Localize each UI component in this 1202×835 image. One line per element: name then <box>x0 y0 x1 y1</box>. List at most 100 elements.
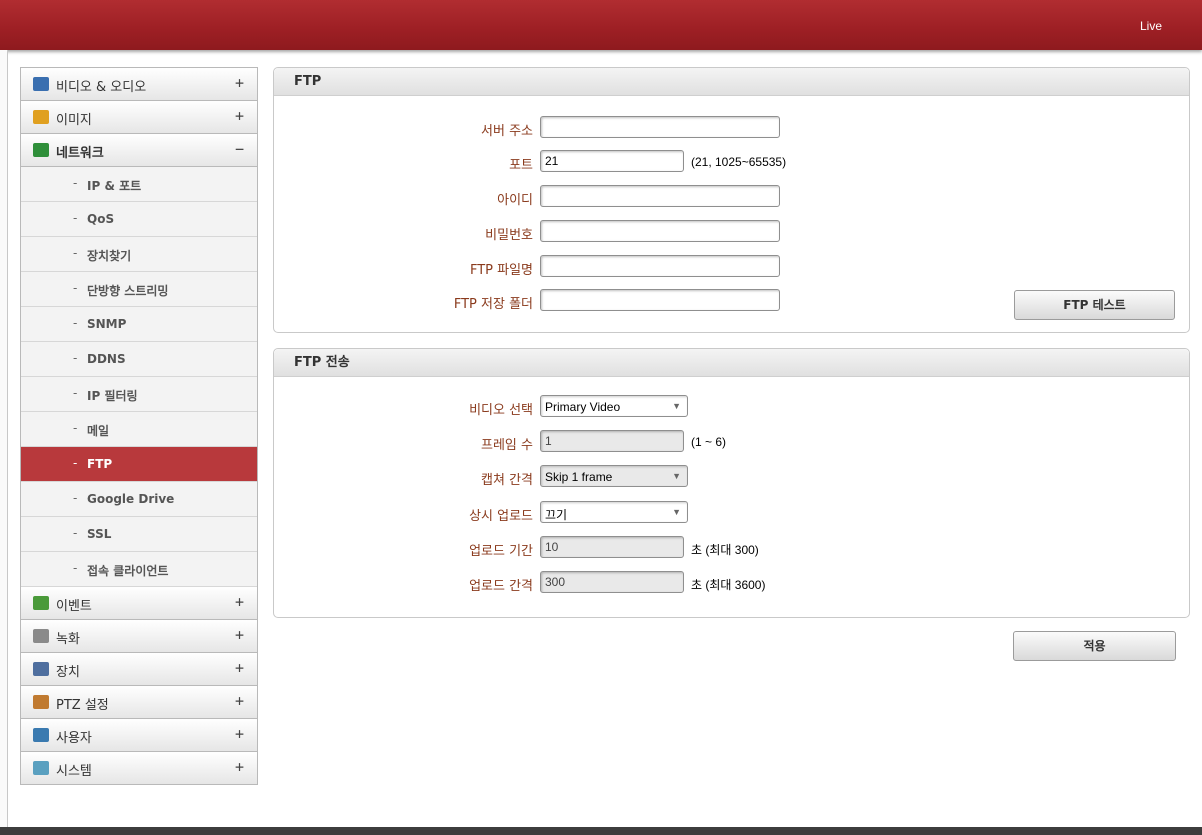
capture-interval-label: 캡쳐 간격 <box>481 473 533 488</box>
id-input[interactable] <box>540 185 780 207</box>
ftp-filename-input[interactable] <box>540 255 780 277</box>
apply-button[interactable]: 적용 <box>1013 631 1176 661</box>
port-input[interactable] <box>540 150 684 172</box>
filename-row: FTP 파일명 <box>274 255 533 281</box>
sidebar-subitem[interactable]: - IP & 포트 <box>21 167 257 202</box>
dropdown-arrow-icon: ▼ <box>672 507 681 517</box>
expand-icon[interactable]: + <box>235 593 244 611</box>
server-address-input[interactable] <box>540 116 780 138</box>
always-upload-value: 끄기 <box>545 508 568 522</box>
sidebar-subitem[interactable]: - SSL <box>21 517 257 552</box>
upload-interval-label: 업로드 간격 <box>469 579 533 594</box>
ftp-transfer-panel: FTP 전송 비디오 선택 Primary Video ▼ 프레임 수 (1 ~… <box>273 348 1190 618</box>
video-select-dropdown[interactable]: Primary Video ▼ <box>540 395 688 417</box>
upload-duration-label: 업로드 기간 <box>469 544 533 559</box>
sidebar-subitem-label: SSL <box>87 527 112 541</box>
sidebar-subitem-label: IP & 포트 <box>87 179 142 193</box>
sidebar-subitem[interactable]: - Google Drive <box>21 482 257 517</box>
bullet-icon: - <box>73 526 78 540</box>
sidebar-subitem[interactable]: - 단방향 스트리밍 <box>21 272 257 307</box>
sidebar-menu-network[interactable]: 네트워크 − <box>21 134 257 167</box>
sidebar-subitem-label: IP 필터링 <box>87 389 138 403</box>
upload-duration-input[interactable] <box>540 536 684 558</box>
expand-icon[interactable]: + <box>235 659 244 677</box>
image-icon <box>33 110 49 124</box>
password-label: 비밀번호 <box>485 228 533 243</box>
sidebar-subitem-label: 메일 <box>87 424 110 438</box>
frames-input[interactable] <box>540 430 684 452</box>
video-select-value: Primary Video <box>545 400 621 414</box>
sidebar-menu-label: PTZ 설정 <box>56 698 109 713</box>
ptz-icon <box>33 695 49 709</box>
expand-icon[interactable]: + <box>235 74 244 92</box>
bullet-icon: - <box>73 176 78 190</box>
left-edge-border <box>0 50 8 835</box>
bullet-icon: - <box>73 281 78 295</box>
server-row: 서버 주소 <box>274 116 533 142</box>
server-label: 서버 주소 <box>481 124 533 139</box>
bottom-bar <box>0 827 1202 835</box>
sidebar-subitem-label: QoS <box>87 212 115 226</box>
interval-row: 업로드 간격 <box>274 571 533 597</box>
expand-icon[interactable]: + <box>235 758 244 776</box>
expand-icon[interactable]: + <box>235 626 244 644</box>
device-icon <box>33 662 49 676</box>
sidebar-subitem-label: Google Drive <box>87 492 175 506</box>
sidebar-subitem[interactable]: - SNMP <box>21 307 257 342</box>
upload-duration-hint: 초 (최대 300) <box>691 543 759 557</box>
sidebar-subitem[interactable]: - 장치찾기 <box>21 237 257 272</box>
sidebar-menu-user[interactable]: 사용자 + <box>21 719 257 752</box>
folder-row: FTP 저장 폴더 <box>274 289 533 315</box>
ftp-folder-input[interactable] <box>540 289 780 311</box>
ftp-test-button[interactable]: FTP 테스트 <box>1014 290 1175 320</box>
port-hint: (21, 1025~65535) <box>691 155 787 169</box>
sidebar-menu-label: 장치 <box>56 665 80 680</box>
bullet-icon: - <box>73 386 78 400</box>
dropdown-arrow-icon: ▼ <box>672 401 681 411</box>
video-select-label: 비디오 선택 <box>469 403 533 418</box>
sidebar-menu-system[interactable]: 시스템 + <box>21 752 257 785</box>
capture-row: 캡쳐 간격 <box>274 465 533 491</box>
sidebar-menu-image[interactable]: 이미지 + <box>21 101 257 134</box>
sidebar-menu-label: 이미지 <box>56 113 92 128</box>
sidebar-menu-label: 녹화 <box>56 632 80 647</box>
bullet-icon: - <box>73 421 78 435</box>
upload-interval-hint: 초 (최대 3600) <box>691 578 766 592</box>
sidebar-subitem[interactable]: - FTP <box>21 447 257 482</box>
bullet-icon: - <box>73 211 78 225</box>
sidebar-subitem[interactable]: - IP 필터링 <box>21 377 257 412</box>
expand-icon[interactable]: + <box>235 725 244 743</box>
expand-icon[interactable]: + <box>235 107 244 125</box>
sidebar-subitem[interactable]: - QoS <box>21 202 257 237</box>
bullet-icon: - <box>73 561 78 575</box>
duration-row: 업로드 기간 <box>274 536 533 562</box>
sidebar-menu-event[interactable]: 이벤트 + <box>21 587 257 620</box>
video-audio-icon <box>33 77 49 91</box>
system-icon <box>33 761 49 775</box>
event-icon <box>33 596 49 610</box>
capture-interval-dropdown[interactable]: Skip 1 frame ▼ <box>540 465 688 487</box>
sidebar-subitem[interactable]: - 메일 <box>21 412 257 447</box>
bullet-icon: - <box>73 456 78 470</box>
upload-interval-input[interactable] <box>540 571 684 593</box>
live-link[interactable]: Live <box>1140 19 1162 33</box>
sidebar-menu-label: 비디오 & 오디오 <box>56 80 147 95</box>
collapse-icon[interactable]: − <box>235 140 244 158</box>
frames-hint: (1 ~ 6) <box>691 435 727 449</box>
id-row: 아이디 <box>274 185 533 211</box>
video-row: 비디오 선택 <box>274 395 533 421</box>
id-label: 아이디 <box>497 193 533 208</box>
sidebar-menu-label: 사용자 <box>56 731 92 746</box>
sidebar-subitem[interactable]: - DDNS <box>21 342 257 377</box>
sidebar-subitem-label: 장치찾기 <box>87 249 132 263</box>
sidebar-menu-record[interactable]: 녹화 + <box>21 620 257 653</box>
sidebar-menu-device[interactable]: 장치 + <box>21 653 257 686</box>
sidebar-subitem[interactable]: - 접속 클라이언트 <box>21 552 257 587</box>
ftp-panel-title: FTP <box>274 68 1189 96</box>
sidebar-menu-video-audio[interactable]: 비디오 & 오디오 + <box>21 68 257 101</box>
always-upload-dropdown[interactable]: 끄기 ▼ <box>540 501 688 523</box>
folder-label: FTP 저장 폴더 <box>453 297 533 312</box>
password-input[interactable] <box>540 220 780 242</box>
expand-icon[interactable]: + <box>235 692 244 710</box>
sidebar-menu-ptz[interactable]: PTZ 설정 + <box>21 686 257 719</box>
